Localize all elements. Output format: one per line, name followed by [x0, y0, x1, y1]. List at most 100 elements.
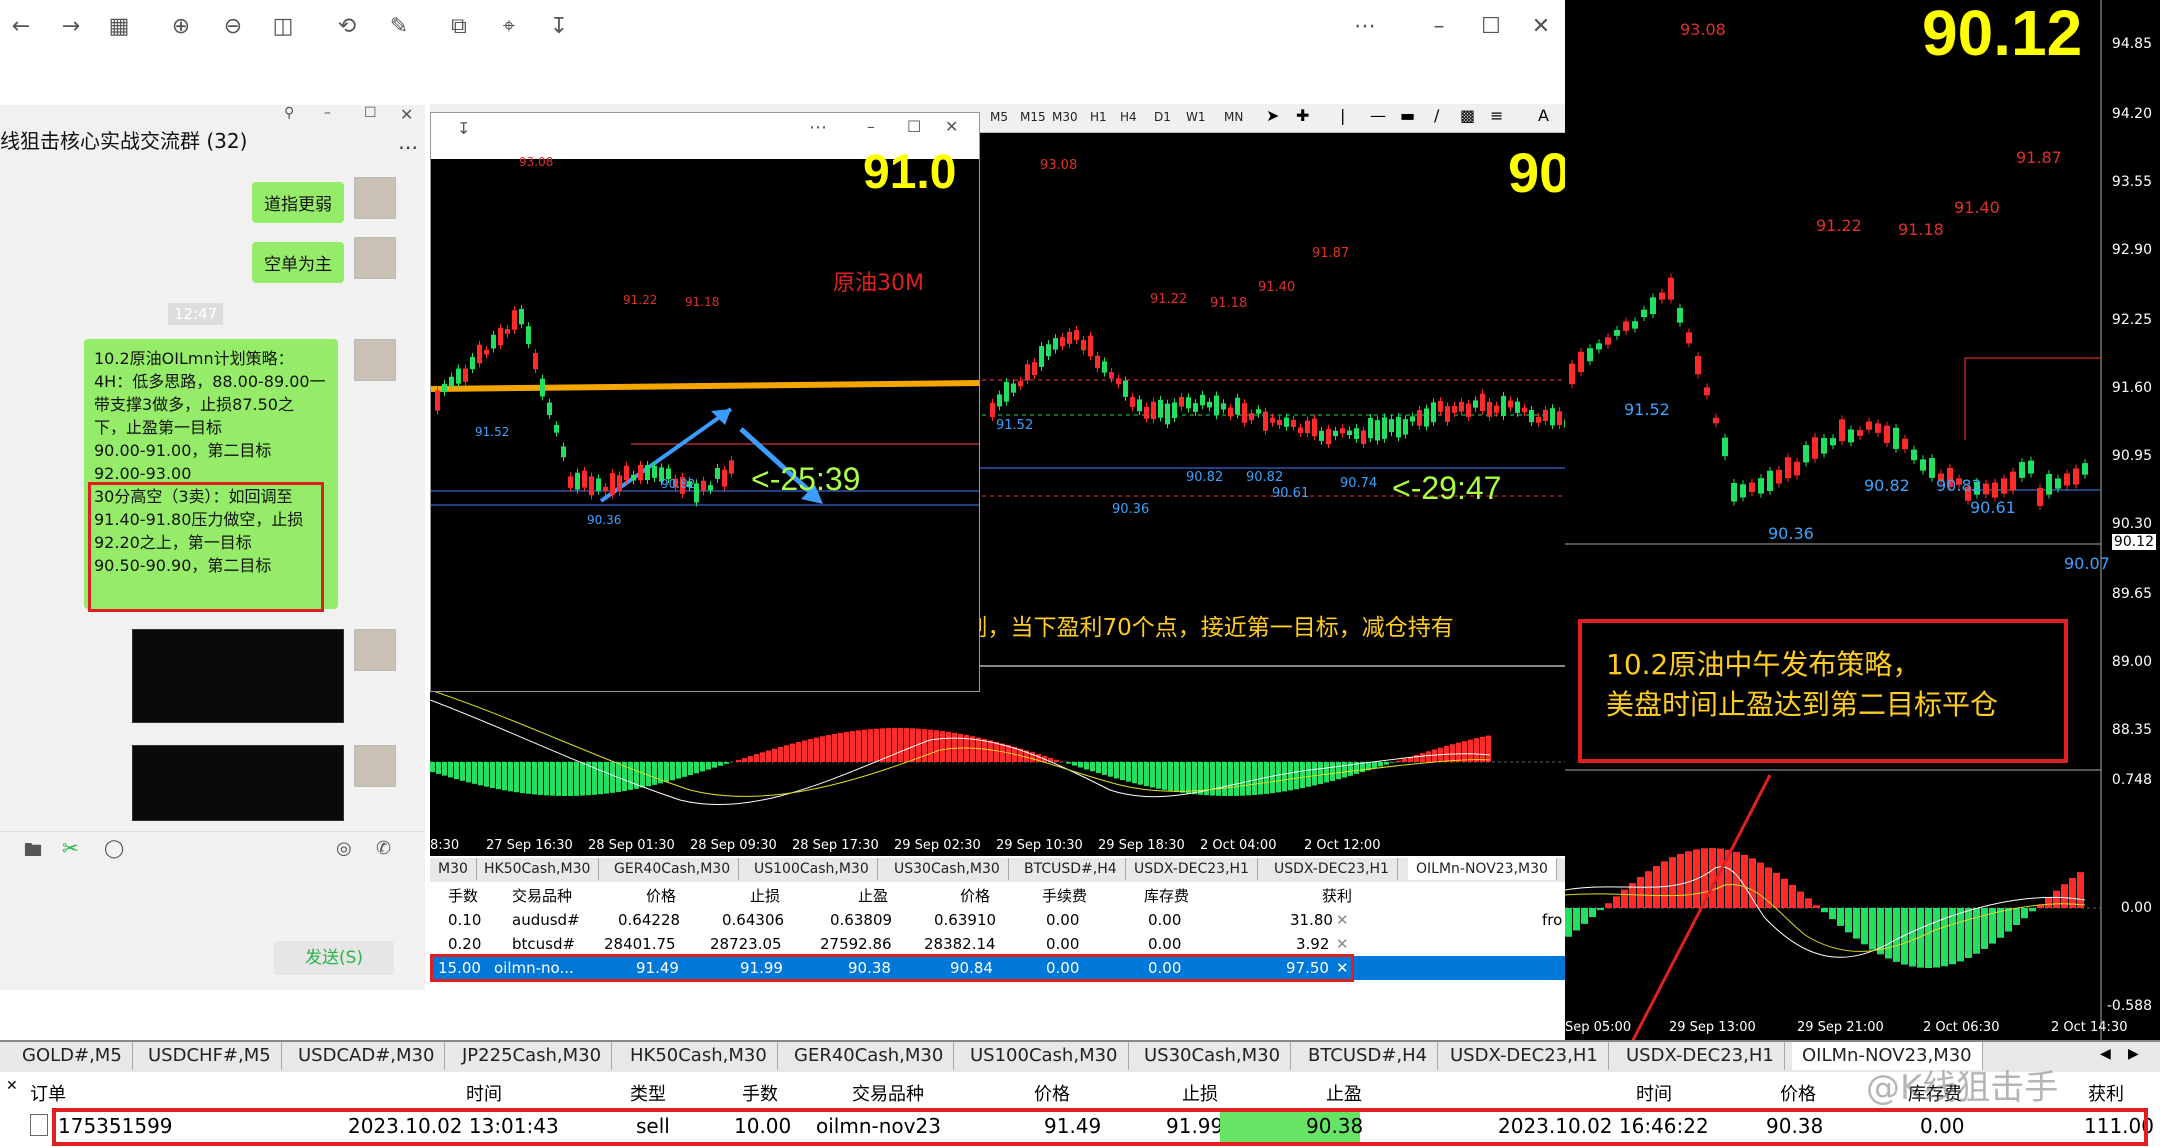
chart-tab[interactable]: USDX-DEC23,H1: [1616, 1042, 1785, 1070]
grid-icon[interactable]: ▦: [106, 14, 132, 40]
row-close-icon[interactable]: ✕: [1336, 932, 1349, 956]
comment-icon[interactable]: ◯: [104, 838, 124, 859]
tf-m30[interactable]: M30: [1052, 110, 1078, 124]
tf-mn[interactable]: MN: [1224, 110, 1243, 124]
trendline-icon[interactable]: ∕: [1434, 106, 1439, 125]
col-header[interactable]: 类型: [630, 1080, 666, 1110]
col-header[interactable]: 时间: [466, 1080, 502, 1110]
chart-tab[interactable]: M30: [430, 858, 477, 880]
send-button[interactable]: 发送(S): [274, 941, 394, 975]
chat-maximize-icon[interactable]: ☐: [364, 105, 377, 121]
tf-h1[interactable]: H1: [1090, 110, 1107, 124]
save-icon[interactable]: ↧: [546, 14, 572, 40]
chart-tab[interactable]: HK50Cash,M30: [476, 858, 600, 880]
col-header[interactable]: 订单: [30, 1080, 66, 1110]
more-icon[interactable]: ⋯: [1352, 14, 1378, 40]
chat-more-icon[interactable]: ⋯: [398, 135, 418, 159]
candle: [470, 357, 475, 370]
col-header[interactable]: 库存费: [1144, 884, 1189, 908]
inner-close-icon[interactable]: ✕: [945, 117, 958, 136]
chart-tab[interactable]: USDCHF#,M5: [138, 1042, 282, 1070]
col-header[interactable]: 止盈: [1326, 1080, 1362, 1110]
channel-icon[interactable]: ▩: [1460, 106, 1475, 125]
tab-scroll-left-icon[interactable]: ◀: [2100, 1046, 2111, 1062]
text-icon[interactable]: A: [1538, 106, 1549, 125]
chart-tab[interactable]: GER40Cash,M30: [784, 1042, 955, 1070]
col-header[interactable]: 止损: [750, 884, 780, 908]
zoom-out-icon[interactable]: ⊖: [220, 14, 246, 40]
rect-icon[interactable]: ▬: [1400, 106, 1415, 125]
zoom-in-icon[interactable]: ⊕: [168, 14, 194, 40]
chart-tab[interactable]: US100Cash,M30: [746, 858, 878, 880]
col-header[interactable]: 交易品种: [852, 1080, 924, 1110]
chart-tab[interactable]: US100Cash,M30: [960, 1042, 1129, 1070]
crosshair-icon[interactable]: ✚: [1296, 106, 1309, 125]
chart-tab[interactable]: USDX-DEC23,H1: [1440, 1042, 1609, 1070]
chart-tab[interactable]: BTCUSD#,H4: [1016, 858, 1126, 880]
close-icon[interactable]: ✕: [1528, 14, 1554, 40]
tf-d1[interactable]: D1: [1154, 110, 1171, 124]
back-icon[interactable]: ←: [8, 14, 34, 40]
col-header[interactable]: 手数: [742, 1080, 778, 1110]
chart-tab[interactable]: US30Cash,M30: [886, 858, 1009, 880]
tf-w1[interactable]: W1: [1186, 110, 1206, 124]
col-header[interactable]: 获利: [1322, 884, 1352, 908]
chart-tab[interactable]: GOLD#,M5: [12, 1042, 133, 1070]
col-header[interactable]: 获利: [2088, 1080, 2124, 1110]
inner-minimize-icon[interactable]: –: [867, 117, 875, 136]
chart-tab[interactable]: BTCUSD#,H4: [1298, 1042, 1439, 1070]
table-row[interactable]: 0.10 audusd# 0.64228 0.64306 0.63809 0.6…: [430, 908, 1565, 932]
chart-tab[interactable]: JP225Cash,M30: [452, 1042, 613, 1070]
col-header[interactable]: 时间: [1636, 1080, 1672, 1110]
crop-icon[interactable]: ⌖: [496, 14, 522, 40]
row-close-icon[interactable]: ✕: [1336, 908, 1349, 932]
minimize-icon[interactable]: –: [1426, 14, 1452, 40]
tf-m5[interactable]: M5: [990, 110, 1008, 124]
cursor-icon[interactable]: ➤: [1266, 106, 1279, 125]
fit-icon[interactable]: ◫: [270, 14, 296, 40]
target-icon[interactable]: ◎: [336, 838, 352, 859]
folder-icon[interactable]: 🖿: [24, 838, 42, 868]
inner-save-icon[interactable]: ↧: [457, 119, 470, 138]
col-header[interactable]: 手数: [448, 884, 478, 908]
col-header[interactable]: 交易品种: [512, 884, 572, 908]
forward-icon[interactable]: →: [58, 14, 84, 40]
panel-close-icon[interactable]: ✕: [6, 1078, 18, 1094]
maximize-icon[interactable]: ☐: [1478, 14, 1504, 40]
chart-tab[interactable]: USDX-DEC23,H1: [1266, 858, 1398, 880]
inner-maximize-icon[interactable]: ☐: [907, 117, 921, 136]
col-header[interactable]: 价格: [646, 884, 676, 908]
col-header[interactable]: 价格: [1034, 1080, 1070, 1110]
scissors-icon[interactable]: ✂: [62, 836, 79, 860]
histogram-bar: [1685, 851, 1692, 908]
line-icon[interactable]: |: [1340, 106, 1345, 125]
chat-close-icon[interactable]: ✕: [400, 105, 413, 124]
inner-more-icon[interactable]: ⋯: [809, 117, 827, 138]
copy-icon[interactable]: ⧉: [446, 14, 472, 40]
tab-scroll-right-icon[interactable]: ▶: [2128, 1046, 2139, 1062]
chart-tab[interactable]: USDX-DEC23,H1: [1126, 858, 1258, 880]
chart-tab[interactable]: HK50Cash,M30: [620, 1042, 778, 1070]
col-header[interactable]: 价格: [1780, 1080, 1816, 1110]
hline-icon[interactable]: —: [1370, 106, 1386, 125]
chart-tab[interactable]: US30Cash,M30: [1134, 1042, 1292, 1070]
chart-tab-active[interactable]: OILMn-NOV23,M30: [1408, 858, 1557, 880]
chart-thumbnail[interactable]: [132, 745, 344, 821]
col-header[interactable]: 手续费: [1042, 884, 1087, 908]
table-row[interactable]: 0.20 btcusd# 28401.75 28723.05 27592.86 …: [430, 932, 1565, 956]
col-header[interactable]: 价格: [960, 884, 990, 908]
chat-minimize-icon[interactable]: –: [324, 105, 331, 121]
rotate-icon[interactable]: ⟲: [334, 14, 360, 40]
fibo-icon[interactable]: ≡: [1490, 106, 1503, 125]
histogram-bar: [2029, 908, 2036, 912]
tf-h4[interactable]: H4: [1120, 110, 1137, 124]
phone-icon[interactable]: ✆: [376, 838, 391, 859]
chart-tab[interactable]: GER40Cash,M30: [606, 858, 740, 880]
col-header[interactable]: 止损: [1182, 1080, 1218, 1110]
col-header[interactable]: 止盈: [858, 884, 888, 908]
chart-tab[interactable]: USDCAD#,M30: [288, 1042, 446, 1070]
edit-icon[interactable]: ✎: [386, 14, 412, 40]
chart-thumbnail[interactable]: [132, 629, 344, 723]
pin-icon[interactable]: ⚲: [284, 105, 294, 121]
tf-m15[interactable]: M15: [1020, 110, 1046, 124]
